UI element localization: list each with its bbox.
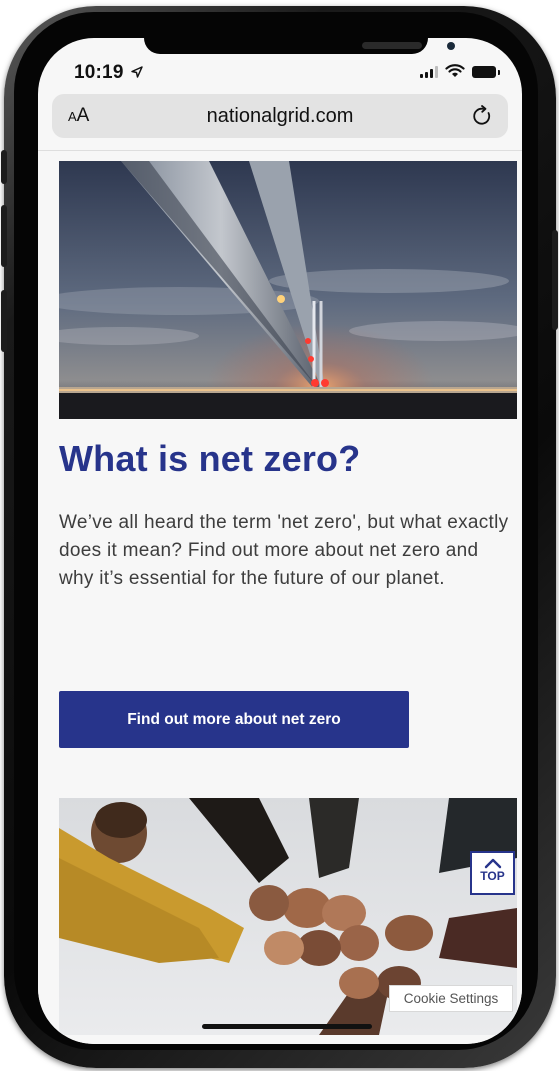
device-mockup: 10:19 AA nationalgrid.com What is net ze…: [0, 0, 559, 1071]
time-text: 10:19: [74, 62, 124, 83]
back-to-top-label: TOP: [480, 869, 505, 883]
front-camera: [447, 42, 455, 50]
status-time: 10:19: [74, 62, 143, 84]
status-icons: [420, 64, 500, 78]
phone-screen: 10:19 AA nationalgrid.com What is net ze…: [38, 38, 522, 1044]
location-arrow-icon: [131, 66, 143, 78]
reload-icon[interactable]: [470, 104, 494, 128]
suspension-bridge-at-night-photo: [59, 161, 517, 419]
page-content: What is net zero? We’ve all heard the te…: [38, 151, 522, 1044]
browser-url-bar[interactable]: AA nationalgrid.com: [52, 94, 508, 138]
mute-switch: [1, 150, 7, 184]
volume-up-button: [1, 205, 7, 267]
find-out-more-button[interactable]: Find out more about net zero: [59, 691, 409, 748]
back-to-top-button[interactable]: TOP: [470, 851, 515, 895]
notch: [144, 38, 455, 54]
earpiece-speaker: [362, 42, 422, 49]
volume-down-button: [1, 290, 7, 352]
page-title: What is net zero?: [59, 438, 361, 479]
cellular-signal-icon: [420, 65, 438, 78]
url-address[interactable]: nationalgrid.com: [52, 105, 508, 128]
home-indicator[interactable]: [202, 1024, 372, 1029]
power-button: [552, 230, 558, 330]
article-intro: We’ve all heard the term 'net zero', but…: [59, 512, 509, 589]
battery-icon: [472, 66, 500, 78]
wifi-icon: [445, 64, 465, 77]
chevron-up-icon: [484, 858, 501, 869]
cookie-settings-button[interactable]: Cookie Settings: [389, 985, 513, 1012]
